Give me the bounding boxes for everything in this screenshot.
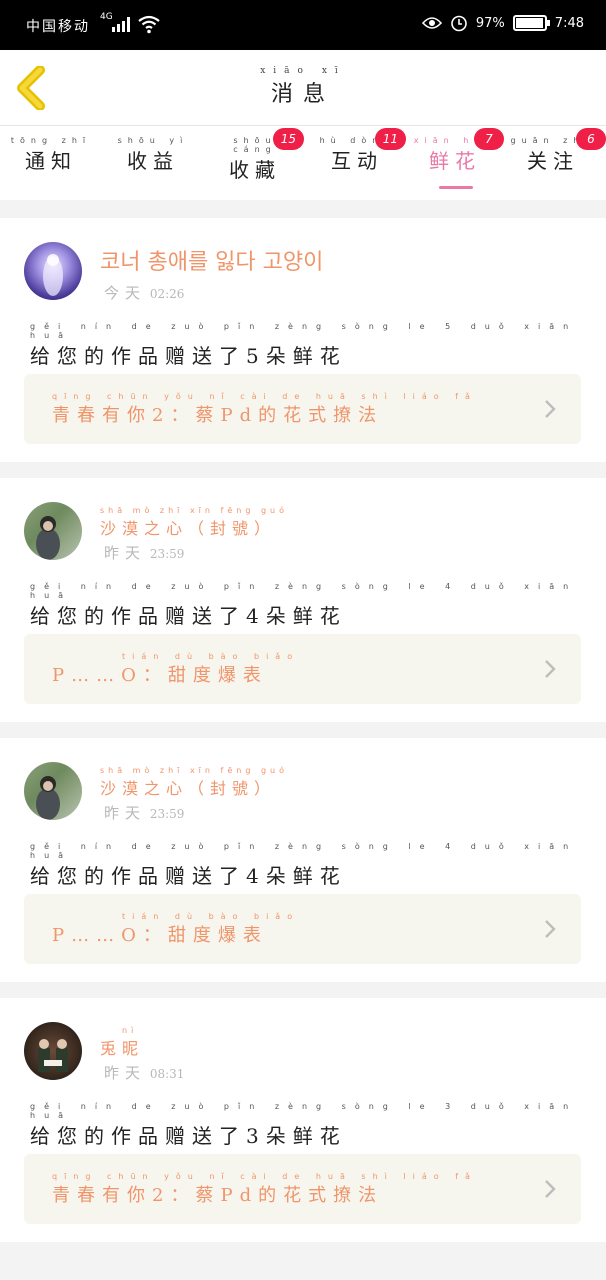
- battery-icon: [512, 15, 550, 31]
- tab-notifications[interactable]: tōng zhī 通知: [6, 136, 96, 174]
- tab-pinyin: tōng zhī: [10, 136, 92, 145]
- work-pinyin: tián dù bào biǎo: [122, 652, 300, 661]
- tab-pinyin: shōu yì: [117, 136, 189, 145]
- carrier-name: 中国移动: [26, 19, 90, 35]
- signal-icon: [112, 16, 134, 32]
- message-pinyin: gěi nín de zuò pǐn zèng sòng le 4 duǒ xi…: [30, 582, 578, 600]
- message-time: 今天 02:26: [104, 282, 184, 303]
- message-date: 昨天: [104, 544, 147, 562]
- tab-label: 通知: [25, 149, 77, 173]
- alarm-icon: [451, 15, 467, 32]
- message-clock: 02:26: [149, 287, 185, 301]
- page-title-text: 消息: [270, 82, 335, 107]
- message-date: 今天: [104, 284, 147, 302]
- status-bar: 中国移动 4G 97% 7:48: [0, 0, 606, 50]
- message-date: 昨天: [104, 1064, 147, 1082]
- work-link[interactable]: tián dù bào biǎo P……O：甜度爆表: [24, 894, 581, 964]
- unread-badge: 7: [474, 128, 504, 150]
- message-card[interactable]: 코너 총애를 잃다 고양이 今天 02:26 gěi nín de zuò pǐ…: [0, 218, 606, 462]
- battery-percent: 97%: [475, 15, 505, 31]
- work-title: 青春有你2：蔡Pd的花式撩法: [52, 405, 384, 426]
- work-title: P……O：甜度爆表: [52, 925, 268, 946]
- avatar[interactable]: [24, 502, 82, 560]
- sender-name[interactable]: shā mò zhī xīn fēng guó 沙漠之心（封號）: [100, 506, 288, 539]
- message-body: 给您的作品赠送了5朵鲜花: [30, 344, 347, 368]
- page-title-pinyin: xiāo xī: [260, 66, 346, 76]
- chevron-right-icon: [545, 660, 556, 678]
- clock: 7:48: [554, 15, 584, 31]
- message-body: 给您的作品赠送了3朵鲜花: [30, 1124, 347, 1148]
- eye-icon: [421, 17, 442, 29]
- avatar[interactable]: [24, 242, 82, 300]
- avatar[interactable]: [24, 1022, 82, 1080]
- sender-name-pinyin: shā mò zhī xīn fēng guó: [100, 506, 288, 515]
- message-clock: 23:59: [149, 547, 185, 561]
- message-text: gěi nín de zuò pǐn zèng sòng le 5 duǒ xi…: [30, 322, 606, 369]
- tab-follows[interactable]: guān zhù 关注 6: [508, 128, 606, 174]
- message-clock: 23:59: [149, 807, 185, 821]
- unread-badge: 15: [272, 128, 304, 150]
- sender-name-text: 沙漠之心（封號）: [100, 519, 277, 538]
- sender-name-text: 沙漠之心（封號）: [100, 779, 277, 798]
- message-time: 昨天 23:59: [104, 542, 184, 563]
- work-link[interactable]: qīng chūn yǒu nǐ cài de huā shì liáo fǎ …: [24, 1154, 581, 1224]
- work-title: 青春有你2：蔡Pd的花式撩法: [52, 1185, 384, 1206]
- active-tab-indicator: [439, 186, 473, 189]
- message-clock: 08:31: [149, 1067, 185, 1081]
- sender-name-pinyin: nì: [122, 1026, 138, 1035]
- app-header: xiāo xī 消息: [0, 50, 606, 126]
- message-pinyin: gěi nín de zuò pǐn zèng sòng le 4 duǒ xi…: [30, 842, 578, 860]
- tab-bar: tōng zhī 通知 shōu yì 收益 shōu cáng 收藏 15 h…: [0, 126, 606, 200]
- tab-flowers[interactable]: xiān huā 鲜花 7: [410, 128, 504, 189]
- tab-favorites[interactable]: shōu cáng 收藏 15: [210, 128, 304, 183]
- message-text: gěi nín de zuò pǐn zèng sòng le 3 duǒ xi…: [30, 1102, 606, 1149]
- tab-label: 收藏: [229, 158, 281, 182]
- unread-badge: 6: [576, 128, 606, 150]
- avatar[interactable]: [24, 762, 82, 820]
- work-title: P……O：甜度爆表: [52, 665, 268, 686]
- message-card[interactable]: shā mò zhī xīn fēng guó 沙漠之心（封號） 昨天 23:5…: [0, 478, 606, 722]
- message-text: gěi nín de zuò pǐn zèng sòng le 4 duǒ xi…: [30, 582, 606, 629]
- message-pinyin: gěi nín de zuò pǐn zèng sòng le 5 duǒ xi…: [30, 322, 578, 340]
- sender-name-text: 兎昵: [100, 1039, 145, 1058]
- chevron-right-icon: [545, 920, 556, 938]
- message-card[interactable]: nì 兎昵 昨天 08:31 gěi nín de zuò pǐn zèng s…: [0, 998, 606, 1242]
- message-date: 昨天: [104, 804, 147, 822]
- tab-label: 收益: [127, 149, 179, 173]
- sender-name[interactable]: 코너 총애를 잃다 고양이: [100, 244, 323, 276]
- tab-earnings[interactable]: shōu yì 收益: [108, 136, 198, 174]
- message-text: gěi nín de zuò pǐn zèng sòng le 4 duǒ xi…: [30, 842, 606, 889]
- work-link[interactable]: qīng chūn yǒu nǐ cài de huā shì liáo fǎ …: [24, 374, 581, 444]
- sender-name[interactable]: nì 兎昵: [100, 1026, 144, 1059]
- message-card[interactable]: shā mò zhī xīn fēng guó 沙漠之心（封號） 昨天 23:5…: [0, 738, 606, 982]
- message-time: 昨天 23:59: [104, 802, 184, 823]
- unread-badge: 11: [374, 128, 406, 150]
- work-pinyin: qīng chūn yǒu nǐ cài de huā shì liáo fǎ: [52, 392, 477, 401]
- work-link[interactable]: tián dù bào biǎo P……O：甜度爆表: [24, 634, 581, 704]
- message-body: 给您的作品赠送了4朵鲜花: [30, 604, 347, 628]
- work-pinyin: qīng chūn yǒu nǐ cài de huā shì liáo fǎ: [52, 1172, 477, 1181]
- network-type: 4G: [100, 12, 113, 22]
- message-pinyin: gěi nín de zuò pǐn zèng sòng le 3 duǒ xi…: [30, 1102, 578, 1120]
- tab-interactions[interactable]: hù dòng 互动 11: [312, 128, 406, 174]
- wifi-icon: [138, 15, 160, 34]
- message-body: 给您的作品赠送了4朵鲜花: [30, 864, 347, 888]
- page-title: xiāo xī 消息: [0, 66, 606, 108]
- sender-name-pinyin: shā mò zhī xīn fēng guó: [100, 766, 288, 775]
- chevron-right-icon: [545, 400, 556, 418]
- message-time: 昨天 08:31: [104, 1062, 184, 1083]
- sender-name[interactable]: shā mò zhī xīn fēng guó 沙漠之心（封號）: [100, 766, 288, 799]
- chevron-right-icon: [545, 1180, 556, 1198]
- work-pinyin: tián dù bào biǎo: [122, 912, 300, 921]
